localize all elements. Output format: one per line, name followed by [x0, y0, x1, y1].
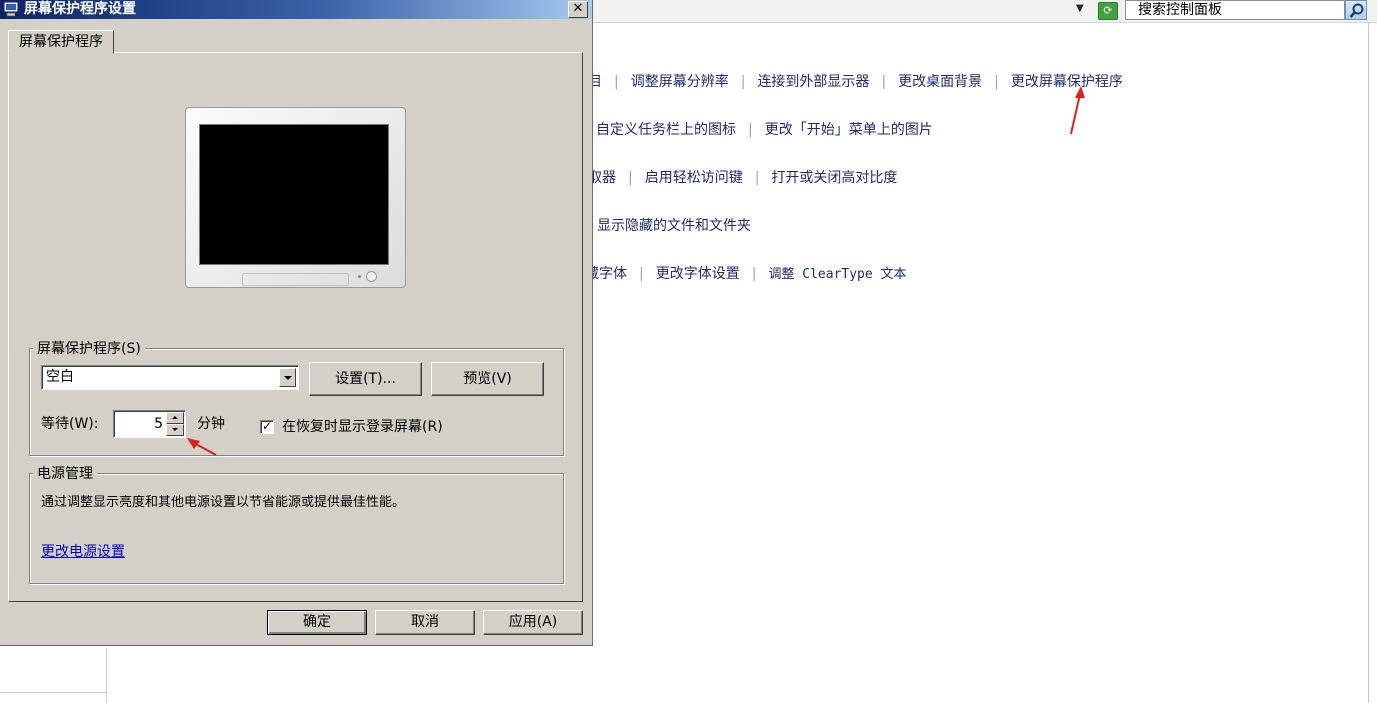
ok-button[interactable]: 确定 — [267, 610, 367, 635]
link-separator: | — [740, 74, 746, 90]
apply-button[interactable]: 应用(A) — [483, 610, 583, 635]
accessibility-links-row: 取器 | 启用轻松访问键 | 打开或关闭高对比度 — [588, 167, 897, 187]
screensaver-settings-dialog: 屏幕保护程序设置 ✕ 屏幕保护程序 屏幕保护程序(S) 空白 设置(T)... … — [0, 0, 593, 646]
screensaver-select-value: 空白 — [46, 369, 74, 385]
screensaver-group-label: 屏幕保护程序(S) — [33, 340, 145, 358]
link-separator: | — [748, 122, 753, 138]
link-adjust-resolution[interactable]: 调整屏幕分辨率 — [631, 74, 729, 90]
power-management-group — [29, 473, 564, 584]
font-links-row: 藏字体 | 更改字体设置 | 调整 ClearType 文本 — [585, 263, 907, 283]
refresh-button[interactable]: ⟳ — [1098, 2, 1118, 20]
link-separator: | — [639, 266, 644, 282]
navigation-pane-border — [106, 692, 107, 703]
link-connect-external-display[interactable]: 连接到外部显示器 — [757, 74, 869, 90]
minutes-label: 分钟 — [197, 416, 225, 432]
link-separator: | — [754, 170, 760, 186]
link-customize-taskbar-icons[interactable]: 自定义任务栏上的图标 — [596, 122, 736, 138]
cancel-button[interactable]: 取消 — [375, 610, 475, 635]
preview-button[interactable]: 预览(V) — [431, 362, 544, 396]
taskbar-links-row: 自定义任务栏上的图标 | 更改「开始」菜单上的图片 — [596, 119, 933, 139]
link-change-desktop-background[interactable]: 更改桌面背景 — [898, 74, 982, 90]
link-toggle-high-contrast[interactable]: 打开或关闭高对比度 — [771, 170, 897, 186]
dialog-title: 屏幕保护程序设置 — [24, 1, 136, 17]
annotation-arrow-icon — [1070, 86, 1085, 135]
change-power-settings-link[interactable]: 更改电源设置 — [41, 542, 125, 562]
link-separator: | — [614, 74, 619, 90]
monitor-slot — [242, 273, 349, 286]
close-icon: ✕ — [572, 1, 584, 16]
monitor-app-icon — [3, 1, 19, 17]
link-separator: | — [628, 170, 633, 186]
search-button[interactable] — [1345, 0, 1367, 20]
link-separator: | — [751, 266, 757, 282]
spin-down-icon[interactable] — [166, 424, 184, 436]
annotation-arrow-icon — [187, 438, 217, 456]
link-enable-ease-of-access-keys[interactable]: 启用轻松访问键 — [645, 170, 743, 186]
preview-screen — [199, 124, 389, 265]
wait-minutes-stepper[interactable]: 5 — [113, 410, 186, 438]
dialog-titlebar[interactable]: 屏幕保护程序设置 ✕ — [0, 0, 592, 19]
link-change-font-settings[interactable]: 更改字体设置 — [656, 266, 740, 282]
monitor-power-button-icon — [366, 271, 377, 282]
address-dropdown-icon[interactable]: ▼ — [1076, 3, 1084, 14]
link-separator: | — [994, 74, 999, 90]
folder-links-row: 显示隐藏的文件和文件夹 — [597, 215, 751, 235]
scrollbar-edge — [1368, 22, 1369, 703]
link-adjust-cleartype[interactable]: 调整 ClearType 文本 — [768, 267, 906, 282]
link-change-start-menu-picture[interactable]: 更改「开始」菜单上的图片 — [765, 122, 933, 138]
navigation-pane-edge — [0, 648, 107, 693]
power-description: 通过调整显示亮度和其他电源设置以节省能源或提供最佳性能。 — [41, 495, 406, 510]
screensaver-select[interactable]: 空白 — [41, 365, 299, 390]
power-led-icon — [358, 275, 361, 278]
link-show-hidden-files[interactable]: 显示隐藏的文件和文件夹 — [597, 218, 751, 234]
power-group-label: 电源管理 — [33, 465, 97, 483]
wait-label: 等待(W): — [41, 416, 99, 432]
tab-screensaver[interactable]: 屏幕保护程序 — [8, 30, 114, 54]
chevron-down-icon[interactable] — [279, 368, 296, 387]
wait-minutes-value[interactable]: 5 — [154, 411, 163, 437]
settings-button[interactable]: 设置(T)... — [309, 362, 422, 396]
close-button[interactable]: ✕ — [568, 1, 588, 18]
spin-up-icon[interactable] — [166, 412, 184, 424]
appearance-links-row: 目 | 调整屏幕分辨率 | 连接到外部显示器 | 更改桌面背景 | 更改屏幕保护程序 — [588, 71, 1123, 91]
checkmark-icon: ✓ — [261, 419, 273, 433]
search-input[interactable]: 搜索控制面板 — [1125, 0, 1345, 20]
link-separator: | — [881, 74, 887, 90]
refresh-icon: ⟳ — [1103, 4, 1113, 17]
search-icon — [1349, 3, 1364, 18]
resume-logon-checkbox[interactable]: ✓ — [260, 420, 274, 434]
resume-logon-label[interactable]: 在恢复时显示登录屏幕(R) — [282, 417, 443, 437]
